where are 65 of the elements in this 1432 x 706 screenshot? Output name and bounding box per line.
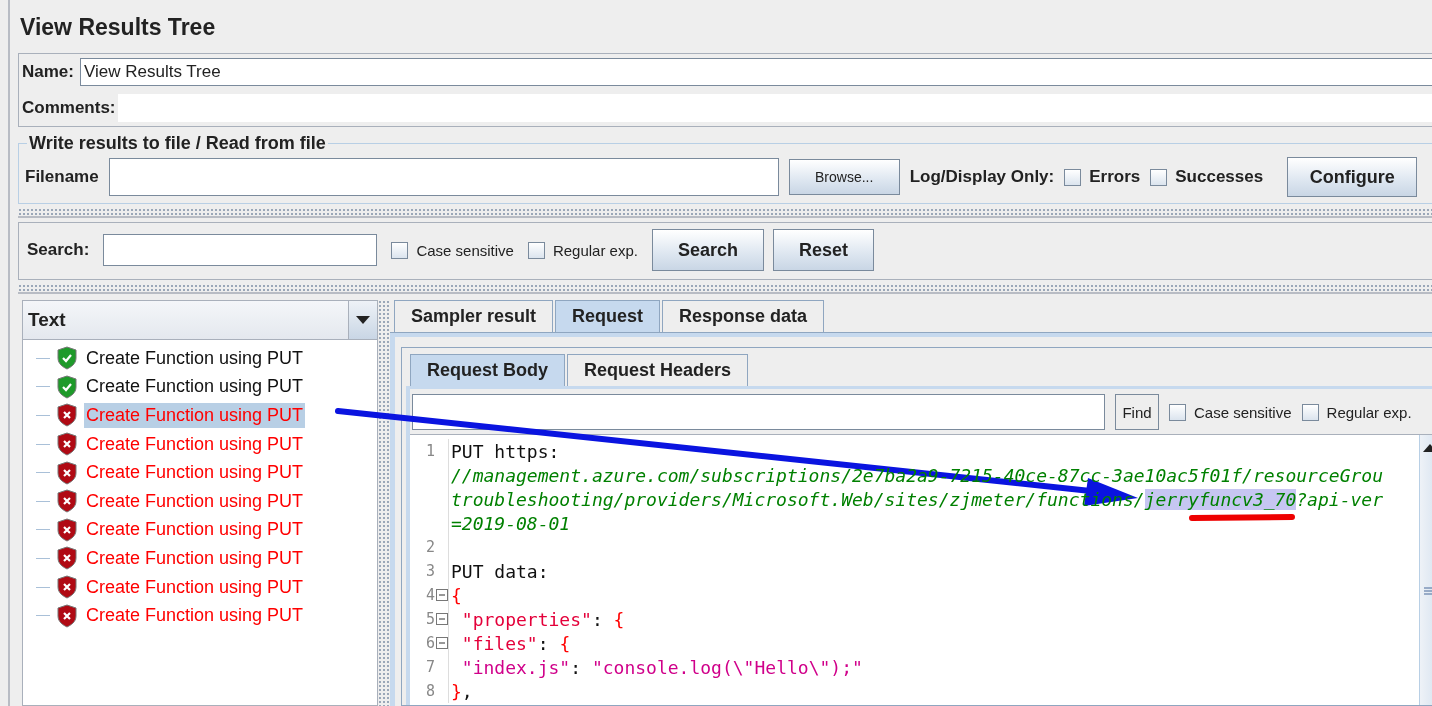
checkbox-label: Case sensitive xyxy=(416,241,514,259)
tree-item[interactable]: Create Function using PUT xyxy=(84,545,306,571)
search-field[interactable] xyxy=(103,234,378,266)
configure-button[interactable]: Configure xyxy=(1287,157,1418,197)
tree-item[interactable]: Create Function using PUT xyxy=(84,460,306,486)
search-panel-button[interactable]: Search xyxy=(652,229,764,271)
find-field[interactable] xyxy=(412,394,1105,430)
browse-button[interactable]: Browse... xyxy=(788,159,900,195)
splitter[interactable] xyxy=(18,208,1432,218)
checkbox-label: Successes xyxy=(1175,167,1264,187)
code-line: { xyxy=(450,584,462,606)
panel-title: View Results Tree xyxy=(19,13,217,42)
filename-field[interactable] xyxy=(108,158,779,196)
line-number: 1 xyxy=(425,442,435,460)
checkbox[interactable] xyxy=(1064,168,1082,186)
line-number: 5 xyxy=(425,610,435,628)
tab[interactable]: Request Body xyxy=(410,354,566,386)
checkbox[interactable] xyxy=(391,241,409,259)
tab[interactable]: Sampler result xyxy=(394,300,554,332)
caret-icon xyxy=(356,316,370,324)
code-line: "files": { xyxy=(460,632,571,654)
checkbox[interactable] xyxy=(527,241,545,259)
field-label: Name: xyxy=(22,62,74,82)
tree-item[interactable]: Create Function using PUT xyxy=(84,574,306,600)
field-label: Search: xyxy=(27,240,90,260)
field-label: Log/Display Only: xyxy=(909,167,1055,187)
checkbox-label: Regular exp. xyxy=(552,241,638,259)
tab[interactable]: Request xyxy=(555,300,661,332)
field-label: Comments: xyxy=(22,98,116,118)
line-number: 7 xyxy=(425,658,435,676)
field-label: Filename xyxy=(25,167,99,187)
line-number: 6 xyxy=(425,634,435,652)
line-number: 2 xyxy=(425,538,435,556)
find-button[interactable]: Find xyxy=(1115,394,1159,430)
code-line: "properties": { xyxy=(460,608,625,630)
tab[interactable]: Request Headers xyxy=(567,354,749,386)
checkbox[interactable] xyxy=(1169,403,1186,421)
name-field[interactable]: View Results Tree xyxy=(79,58,1432,86)
checkbox-label: Regular exp. xyxy=(1326,403,1412,421)
checkbox-label: Case sensitive xyxy=(1194,403,1292,421)
search-panel-button[interactable]: Reset xyxy=(773,229,874,271)
splitter[interactable] xyxy=(378,300,390,706)
tree-item[interactable]: Create Function using PUT xyxy=(84,517,306,543)
code-line: "index.js": "console.log(\"Hello\");" xyxy=(460,656,863,678)
line-number: 3 xyxy=(425,562,435,580)
fold-icon[interactable] xyxy=(436,589,448,601)
checkbox-label: Errors xyxy=(1089,167,1141,187)
line-number: 8 xyxy=(425,682,435,700)
tree-item[interactable]: Create Function using PUT xyxy=(84,603,306,629)
fold-icon[interactable] xyxy=(436,613,448,625)
code-line: }, xyxy=(450,680,473,702)
splitter[interactable] xyxy=(18,284,1432,294)
tree-item[interactable]: Create Function using PUT xyxy=(84,488,306,514)
code-line: PUT https: xyxy=(450,440,560,462)
tree-item[interactable]: Create Function using PUT xyxy=(84,374,306,400)
checkbox[interactable] xyxy=(1150,168,1168,186)
line-number: 4 xyxy=(425,586,435,604)
code-line: PUT data: xyxy=(450,560,549,582)
tree-item[interactable]: Create Function using PUT xyxy=(84,431,306,457)
code-line: =2019-08-01 xyxy=(450,512,571,534)
fold-icon[interactable] xyxy=(436,637,448,649)
checkbox[interactable] xyxy=(1301,403,1319,421)
tree-item[interactable]: Create Function using PUT xyxy=(84,345,306,371)
tab[interactable]: Response data xyxy=(662,300,825,332)
column-dropdown[interactable]: Text xyxy=(23,301,377,340)
